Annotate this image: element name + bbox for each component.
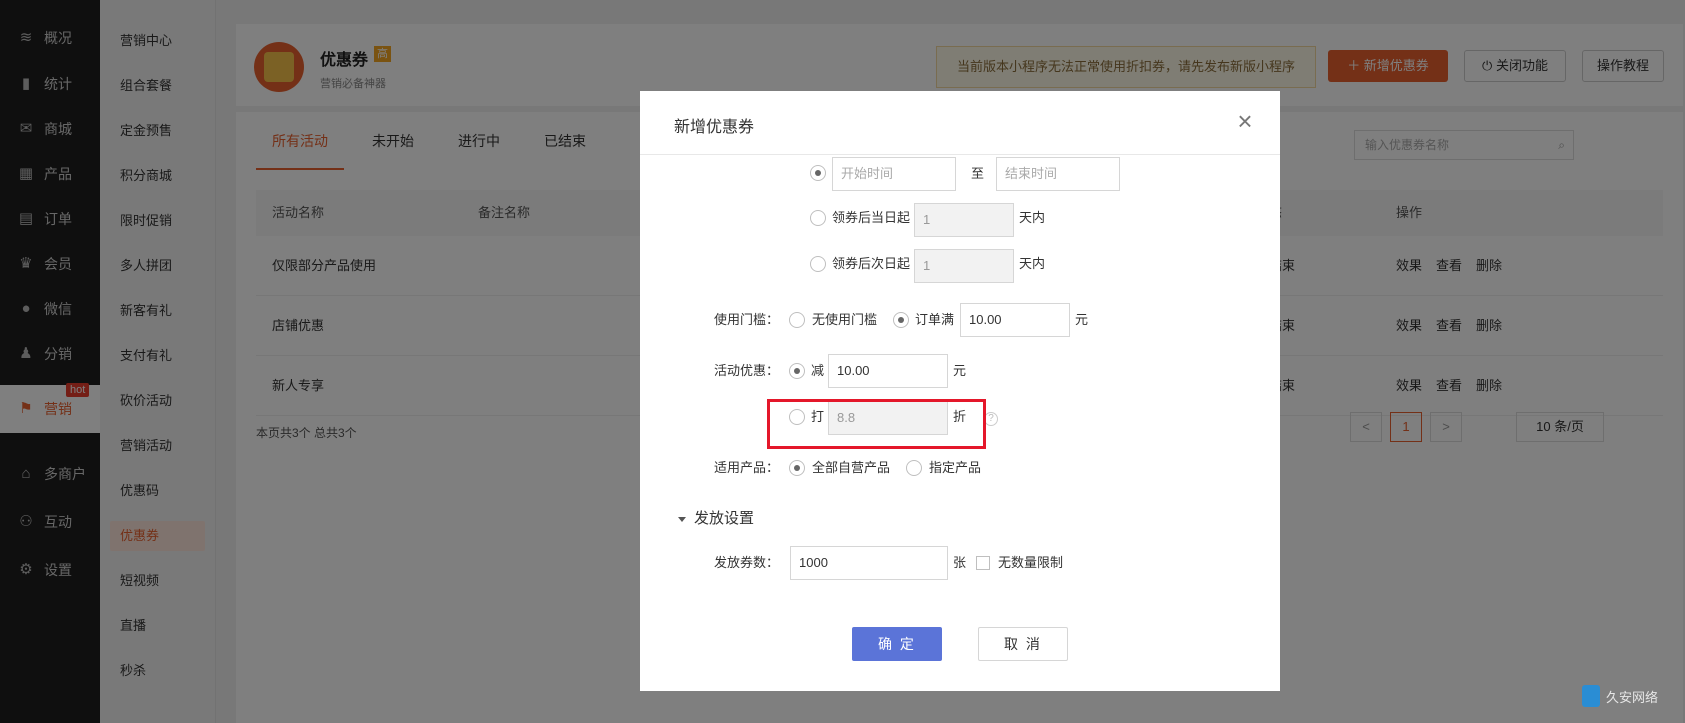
specific-products-label: 指定产品 <box>929 460 982 475</box>
caret-down-icon <box>678 516 686 522</box>
days-suffix: 天内 <box>1019 256 1046 271</box>
reduce-radio[interactable] <box>789 363 805 379</box>
order-full-label: 订单满 <box>915 312 955 327</box>
release-count-unit: 张 <box>953 555 967 570</box>
next-day-radio[interactable] <box>810 256 826 272</box>
reduce-unit: 元 <box>953 363 967 378</box>
no-threshold-radio[interactable] <box>789 312 805 328</box>
validity-range-radio[interactable] <box>810 165 826 181</box>
unlimited-checkbox[interactable] <box>976 556 990 570</box>
threshold-label: 使用门槛： <box>714 312 780 327</box>
release-settings-header[interactable]: 发放设置 <box>678 507 754 528</box>
add-coupon-modal: 新增优惠券 × 开始时间 至 结束时间 领券后当日起 1 天内 领券后次日起 1… <box>640 91 1280 691</box>
to-label: 至 <box>971 166 985 181</box>
reduce-label: 减 <box>811 363 825 378</box>
order-full-radio[interactable] <box>893 312 909 328</box>
start-time-input[interactable]: 开始时间 <box>832 157 956 191</box>
specific-products-radio[interactable] <box>906 460 922 476</box>
reduce-amount-input[interactable]: 10.00 <box>828 354 948 388</box>
next-day-label: 领券后次日起 <box>832 256 911 271</box>
close-icon[interactable]: × <box>1232 108 1258 135</box>
cancel-button[interactable]: 取 消 <box>978 627 1068 661</box>
watermark: 久安网络 <box>1582 685 1658 707</box>
watermark-logo-icon <box>1582 685 1600 707</box>
confirm-button[interactable]: 确 定 <box>852 627 942 661</box>
discount-label: 活动优惠： <box>714 363 780 378</box>
modal-title: 新增优惠券 <box>674 119 755 136</box>
end-time-input[interactable]: 结束时间 <box>996 157 1120 191</box>
same-day-label: 领券后当日起 <box>832 210 911 225</box>
same-day-days-input[interactable]: 1 <box>914 203 1014 237</box>
next-day-days-input[interactable]: 1 <box>914 249 1014 283</box>
products-label: 适用产品： <box>714 460 780 475</box>
threshold-amount-input[interactable]: 10.00 <box>960 303 1070 337</box>
threshold-unit: 元 <box>1075 312 1089 327</box>
days-suffix: 天内 <box>1019 210 1046 225</box>
no-threshold-label: 无使用门槛 <box>812 312 878 327</box>
all-products-radio[interactable] <box>789 460 805 476</box>
release-count-label: 发放券数： <box>714 555 780 570</box>
help-icon[interactable]: ? <box>984 412 998 426</box>
modal-header: 新增优惠券 × <box>640 91 1280 155</box>
same-day-radio[interactable] <box>810 210 826 226</box>
unlimited-label: 无数量限制 <box>998 555 1064 570</box>
all-products-label: 全部自营产品 <box>812 460 891 475</box>
release-count-input[interactable]: 1000 <box>790 546 948 580</box>
highlight-box <box>767 399 986 449</box>
